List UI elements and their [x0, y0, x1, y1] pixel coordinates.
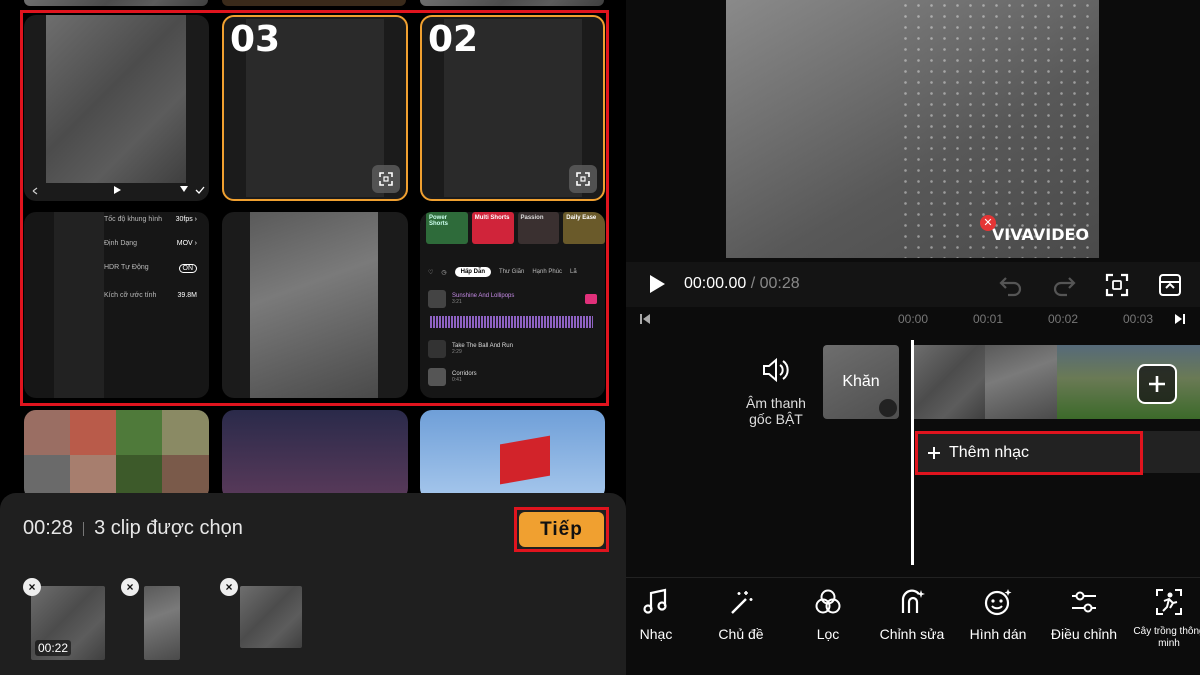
clip-frame: [1056, 345, 1129, 419]
tool-sticker[interactable]: Hình dán: [953, 586, 1043, 642]
smart-crop-icon: [1156, 589, 1182, 615]
highlight-box: [20, 10, 609, 406]
add-clip-button[interactable]: [1137, 364, 1177, 404]
selection-summary: 00:28 3 clip được chọn: [23, 517, 243, 540]
selected-clip[interactable]: ×: [121, 578, 203, 660]
gallery-tile[interactable]: [222, 410, 408, 500]
tool-adjust[interactable]: Điều chỉnh: [1039, 586, 1129, 642]
edit-sparkle-icon: [901, 589, 925, 613]
tool-music[interactable]: Nhạc: [611, 586, 701, 642]
highlight-box: [915, 431, 1143, 475]
gallery-row-top-edge: [420, 0, 604, 6]
sliders-icon: [1072, 591, 1096, 613]
original-audio-toggle[interactable]: Âm thanh gốc BẬT: [740, 356, 812, 427]
editor-toolbar: Nhạc Chủ đề Lọc Chỉnh sửa Hình dán Điều …: [626, 577, 1200, 675]
undo-icon[interactable]: [998, 272, 1024, 298]
music-track: Thêm nhạc: [915, 431, 1200, 475]
selection-sheet: 00:28 3 clip được chọn Tiếp × 00:22 × ×: [0, 493, 626, 675]
export-frame-icon[interactable]: [1157, 272, 1183, 298]
selected-clip[interactable]: ×: [220, 578, 302, 660]
speaker-icon: [763, 357, 789, 383]
highlight-box: [514, 507, 609, 552]
edit-pen-icon: [879, 399, 897, 417]
skip-start-icon[interactable]: [638, 312, 652, 326]
clip-frame: [984, 345, 1057, 419]
filter-circles-icon: [815, 589, 841, 614]
playhead[interactable]: [911, 340, 914, 565]
clip-frame: [913, 345, 985, 419]
magic-wand-icon: [731, 591, 753, 614]
media-picker: 03 02 Tốc độ khung hình 30fps › Định Dạng…: [0, 0, 626, 675]
timeline: Âm thanh gốc BẬT Khăn Thêm nhạc: [626, 332, 1200, 577]
selection-count: 3 clip được chọn: [94, 517, 243, 539]
clip-thumbnail: [144, 586, 180, 660]
gallery-row-top-edge: [222, 0, 406, 6]
skip-end-icon[interactable]: [1173, 312, 1187, 326]
tool-filter[interactable]: Lọc: [783, 586, 873, 642]
playback-bar: 00:00.00 / 00:28: [626, 262, 1200, 307]
gallery-row-top-edge: [24, 0, 208, 6]
video-editor: ✕ VIVAVIDEO 00:00.00 / 00:28 00:00 00:01…: [626, 0, 1200, 675]
cover-thumbnail[interactable]: Khăn: [823, 345, 899, 419]
fullscreen-icon[interactable]: [1104, 272, 1130, 298]
selection-duration: 00:28: [23, 517, 74, 539]
remove-clip-icon[interactable]: ×: [23, 578, 41, 596]
remove-watermark-icon[interactable]: ✕: [979, 214, 996, 231]
gallery-tile[interactable]: [420, 410, 605, 500]
time-display: 00:00.00 / 00:28: [684, 275, 800, 292]
tool-smart-crop[interactable]: Cây trồng thông minh: [1124, 586, 1200, 650]
watermark[interactable]: ✕ VIVAVIDEO: [974, 214, 1089, 244]
remove-clip-icon[interactable]: ×: [220, 578, 238, 596]
timeline-ruler: 00:00 00:01 00:02 00:03: [626, 306, 1200, 332]
remove-clip-icon[interactable]: ×: [121, 578, 139, 596]
raindrops-texture: [899, 0, 1099, 258]
music-note-icon: [643, 588, 667, 614]
selected-clip[interactable]: × 00:22: [23, 578, 105, 660]
tool-edit[interactable]: Chỉnh sửa: [867, 586, 957, 642]
gallery-tile[interactable]: [24, 410, 209, 500]
redo-icon[interactable]: [1051, 272, 1077, 298]
clip-duration: 00:22: [35, 640, 72, 656]
sticker-icon: [984, 589, 1012, 616]
play-icon[interactable]: [646, 273, 668, 295]
tool-theme[interactable]: Chủ đề: [696, 586, 786, 642]
clip-thumbnail: [240, 586, 302, 648]
video-preview[interactable]: ✕ VIVAVIDEO: [726, 0, 1099, 258]
plus-icon: [1149, 376, 1165, 392]
